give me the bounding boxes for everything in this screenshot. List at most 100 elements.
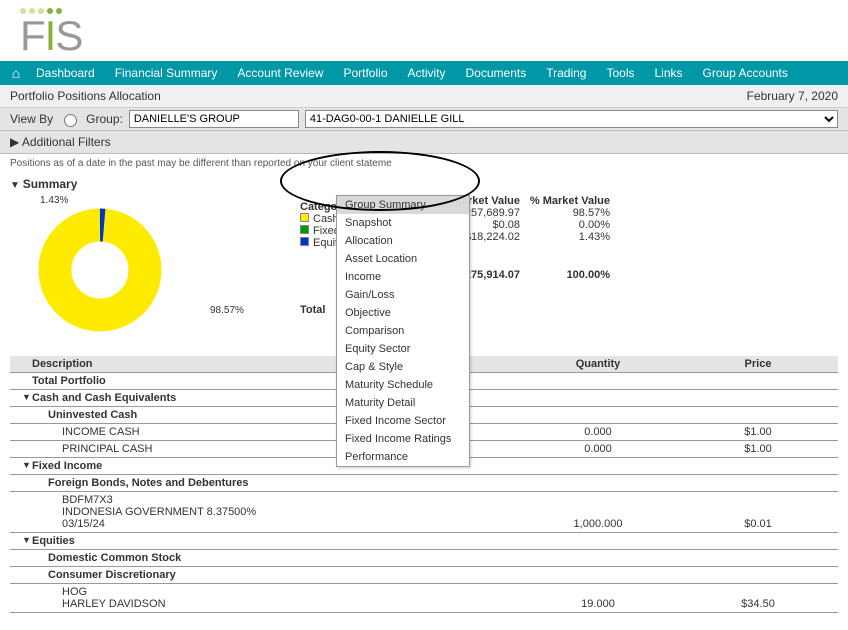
summary-pct: 0.00% <box>520 219 610 231</box>
portfolio-dropdown[interactable]: Group SummarySnapshotAllocationAsset Loc… <box>336 195 470 467</box>
row-price <box>678 406 838 423</box>
nav-trading[interactable]: Trading <box>536 66 596 80</box>
row-quantity <box>518 474 678 491</box>
row-quantity <box>518 406 678 423</box>
table-row: Consumer Discretionary <box>10 566 838 583</box>
row-description: Consumer Discretionary <box>10 566 518 583</box>
table-row: BDFM7X3 INDONESIA GOVERNMENT 8.37500% 03… <box>10 491 838 532</box>
nav-documents[interactable]: Documents <box>456 66 537 80</box>
pct-header: % Market Value <box>520 195 610 207</box>
logo: FIS <box>0 0 848 55</box>
dropdown-item-gain-loss[interactable]: Gain/Loss <box>337 286 469 304</box>
row-price: $1.00 <box>678 423 838 440</box>
group-input[interactable] <box>129 110 299 128</box>
donut-chart: 1.43% 98.57% <box>10 195 300 348</box>
nav-activity[interactable]: Activity <box>398 66 456 80</box>
row-quantity <box>518 566 678 583</box>
nav-tools[interactable]: Tools <box>596 66 644 80</box>
nav-financial-summary[interactable]: Financial Summary <box>105 66 228 80</box>
group-radio[interactable] <box>64 114 77 127</box>
row-price <box>678 549 838 566</box>
row-price <box>678 372 838 389</box>
summary-pct: 98.57% <box>520 207 610 219</box>
nav-dashboard[interactable]: Dashboard <box>26 66 105 80</box>
viewby-label: View By <box>10 112 53 126</box>
table-row: Foreign Bonds, Notes and Debentures <box>10 474 838 491</box>
nav-account-review[interactable]: Account Review <box>227 66 333 80</box>
row-description: Foreign Bonds, Notes and Debentures <box>10 474 518 491</box>
row-quantity: 19.000 <box>518 583 678 612</box>
row-quantity <box>518 372 678 389</box>
main-nav: ⌂ DashboardFinancial SummaryAccount Revi… <box>0 61 848 85</box>
table-row: Equities <box>10 532 838 549</box>
dropdown-item-group-summary[interactable]: Group Summary <box>337 196 469 214</box>
account-select[interactable]: 41-DAG0-00-1 DANIELLE GILL <box>305 110 838 128</box>
col-quantity: Quantity <box>518 356 678 373</box>
legend-label: Equit <box>313 237 338 249</box>
summary-toggle[interactable]: Summary <box>0 173 848 195</box>
dropdown-item-comparison[interactable]: Comparison <box>337 322 469 340</box>
summary-row: $18,224.021.43% <box>420 231 838 243</box>
row-quantity <box>518 389 678 406</box>
summary-row: $1,257,689.9798.57% <box>420 207 838 219</box>
page-title-row: Portfolio Positions Allocation February … <box>0 85 848 108</box>
row-quantity <box>518 457 678 474</box>
summary-row: $0.080.00% <box>420 219 838 231</box>
row-description: BDFM7X3 INDONESIA GOVERNMENT 8.37500% 03… <box>10 491 518 532</box>
summary-table: Market Value % Market Value $1,257,689.9… <box>420 195 838 281</box>
legend-swatch <box>300 213 309 222</box>
row-description: HOG HARLEY DAVIDSON <box>10 583 518 612</box>
dropdown-item-maturity-detail[interactable]: Maturity Detail <box>337 394 469 412</box>
nav-portfolio[interactable]: Portfolio <box>333 66 397 80</box>
legend-swatch <box>300 237 309 246</box>
nav-links[interactable]: Links <box>644 66 692 80</box>
row-price <box>678 532 838 549</box>
row-quantity <box>518 549 678 566</box>
row-description: Domestic Common Stock <box>10 549 518 566</box>
dropdown-item-snapshot[interactable]: Snapshot <box>337 214 469 232</box>
row-quantity: 0.000 <box>518 440 678 457</box>
additional-filters-toggle[interactable]: ▶ Additional Filters <box>0 131 848 154</box>
legend-label: Cash <box>313 213 339 225</box>
page-date: February 7, 2020 <box>747 89 838 103</box>
logo-dots <box>20 6 838 17</box>
table-row: Domestic Common Stock <box>10 549 838 566</box>
row-quantity <box>518 532 678 549</box>
dropdown-item-allocation[interactable]: Allocation <box>337 232 469 250</box>
summary-pct: 1.43% <box>520 231 610 243</box>
dropdown-item-maturity-schedule[interactable]: Maturity Schedule <box>337 376 469 394</box>
logo-text: FIS <box>20 17 838 55</box>
dropdown-item-income[interactable]: Income <box>337 268 469 286</box>
home-icon[interactable]: ⌂ <box>6 65 26 81</box>
row-price <box>678 566 838 583</box>
row-price <box>678 474 838 491</box>
row-price: $34.50 <box>678 583 838 612</box>
nav-group-accounts[interactable]: Group Accounts <box>693 66 798 80</box>
legend-swatch <box>300 225 309 234</box>
disclaimer-text: Positions as of a date in the past may b… <box>0 154 848 173</box>
dropdown-item-fixed-income-ratings[interactable]: Fixed Income Ratings <box>337 430 469 448</box>
row-price <box>678 457 838 474</box>
dropdown-item-performance[interactable]: Performance <box>337 448 469 466</box>
row-quantity: 0.000 <box>518 423 678 440</box>
summary-label: Summary <box>23 177 78 191</box>
filters-label: ▶ Additional Filters <box>10 135 111 149</box>
row-description: Equities <box>10 532 518 549</box>
col-price: Price <box>678 356 838 373</box>
row-quantity: 1,000.000 <box>518 491 678 532</box>
dropdown-item-fixed-income-sector[interactable]: Fixed Income Sector <box>337 412 469 430</box>
page-title: Portfolio Positions Allocation <box>10 89 161 103</box>
dropdown-item-objective[interactable]: Objective <box>337 304 469 322</box>
row-price: $0.01 <box>678 491 838 532</box>
row-price: $1.00 <box>678 440 838 457</box>
chart-label-bottom: 98.57% <box>210 305 244 316</box>
table-row: HOG HARLEY DAVIDSON19.000$34.50 <box>10 583 838 612</box>
dropdown-item-equity-sector[interactable]: Equity Sector <box>337 340 469 358</box>
dropdown-item-asset-location[interactable]: Asset Location <box>337 250 469 268</box>
dropdown-item-cap-style[interactable]: Cap & Style <box>337 358 469 376</box>
total-pct: 100.00% <box>520 269 610 281</box>
group-radio-label: Group: <box>86 112 123 126</box>
viewby-row: View By Group: 41-DAG0-00-1 DANIELLE GIL… <box>0 108 848 131</box>
row-price <box>678 389 838 406</box>
chart-label-top: 1.43% <box>40 195 68 206</box>
